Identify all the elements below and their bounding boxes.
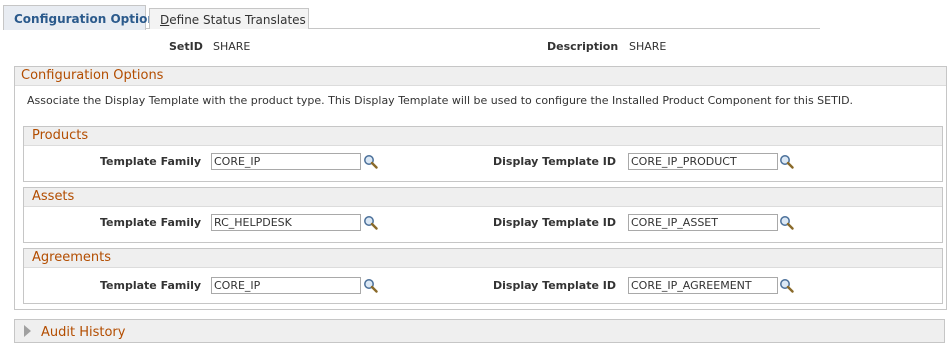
tab-label: Configuration Options bbox=[14, 12, 164, 26]
display-template-id-label: Display Template ID bbox=[493, 155, 616, 168]
assets-section-title: Assets bbox=[24, 188, 942, 207]
products-section: Products Template Family Display Templat… bbox=[23, 126, 943, 182]
configuration-options-header: Configuration Options bbox=[15, 67, 946, 86]
assets-display-template-input[interactable] bbox=[628, 214, 778, 231]
search-icon[interactable] bbox=[363, 215, 378, 230]
tab-accesskey-letter: D bbox=[160, 13, 170, 27]
agreements-section: Agreements Template Family Display Templ… bbox=[23, 248, 943, 304]
expand-arrow-icon[interactable] bbox=[24, 325, 31, 337]
assets-section: Assets Template Family Display Template … bbox=[23, 187, 943, 243]
audit-history-label[interactable]: Audit History bbox=[41, 325, 125, 340]
search-icon[interactable] bbox=[779, 215, 794, 230]
tab-define-status-translates[interactable]: Define Status Translates bbox=[149, 8, 309, 29]
template-family-label: Template Family bbox=[100, 279, 202, 292]
agreements-section-title: Agreements bbox=[24, 249, 942, 268]
configuration-options-group: Configuration Options Associate the Disp… bbox=[14, 66, 947, 310]
agreements-template-family-input[interactable] bbox=[211, 277, 361, 294]
search-icon[interactable] bbox=[779, 278, 794, 293]
setid-label: SetID bbox=[169, 40, 203, 53]
configuration-description: Associate the Display Template with the … bbox=[27, 94, 854, 107]
search-icon[interactable] bbox=[779, 154, 794, 169]
display-template-id-label: Display Template ID bbox=[493, 279, 616, 292]
display-template-id-label: Display Template ID bbox=[493, 216, 616, 229]
audit-history-section[interactable]: Audit History bbox=[14, 319, 945, 343]
template-family-label: Template Family bbox=[100, 155, 202, 168]
agreements-display-template-input[interactable] bbox=[628, 277, 778, 294]
search-icon[interactable] bbox=[363, 278, 378, 293]
description-label: Description bbox=[547, 40, 619, 53]
assets-template-family-input[interactable] bbox=[211, 214, 361, 231]
template-family-label: Template Family bbox=[100, 216, 202, 229]
products-template-family-input[interactable] bbox=[211, 153, 361, 170]
tab-configuration-options[interactable]: Configuration Options bbox=[3, 5, 163, 30]
products-display-template-input[interactable] bbox=[628, 153, 778, 170]
setid-value: SHARE bbox=[213, 40, 251, 53]
search-icon[interactable] bbox=[363, 154, 378, 169]
products-section-title: Products bbox=[24, 127, 942, 146]
description-value: SHARE bbox=[629, 40, 667, 53]
tab-bar: Configuration Options Define Status Tran… bbox=[3, 5, 820, 30]
tab-label: efine Status Translates bbox=[169, 13, 306, 27]
